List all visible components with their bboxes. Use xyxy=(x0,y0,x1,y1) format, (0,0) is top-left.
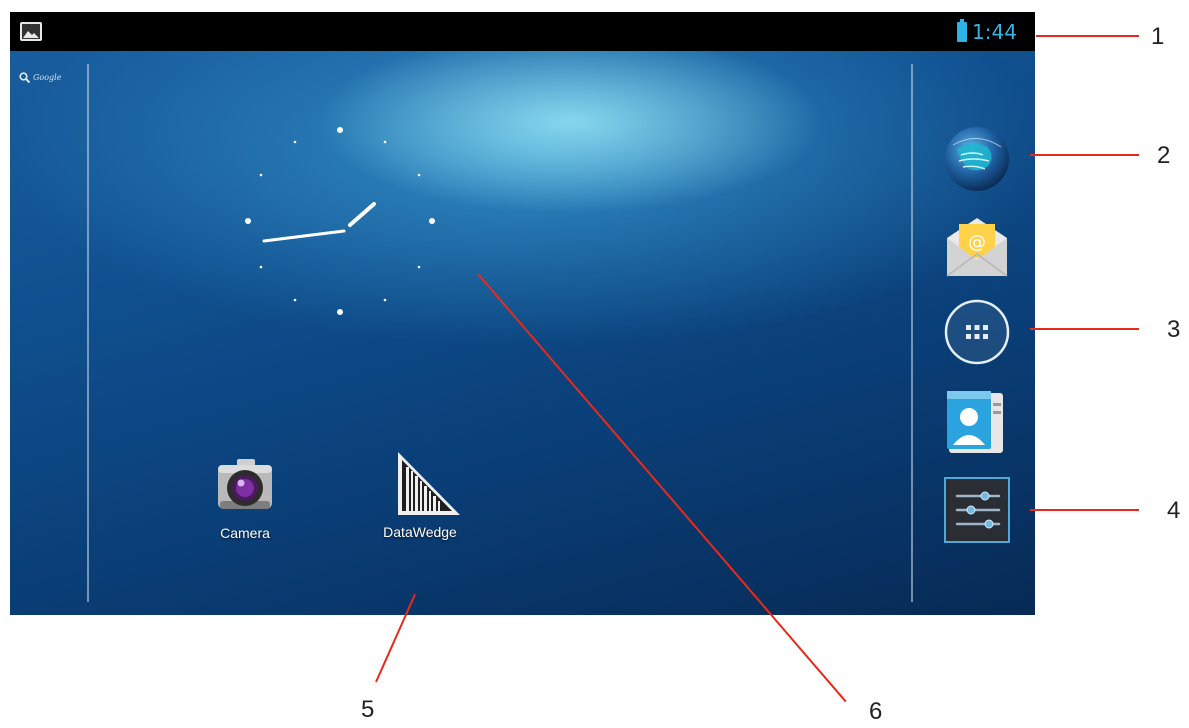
google-search-label: Google xyxy=(33,72,62,82)
clock-minute-hand xyxy=(262,229,346,243)
contacts-icon xyxy=(947,391,1003,453)
email-icon: @ xyxy=(946,218,1008,277)
datawedge-app[interactable]: DataWedge xyxy=(370,449,470,540)
callout-line-4 xyxy=(1030,509,1139,511)
callout-line-2 xyxy=(1030,154,1139,156)
device-screen: 1:44 Google Camera DataWedge @ xyxy=(10,12,1035,615)
callout-line-1 xyxy=(1036,35,1139,37)
dock-contacts[interactable] xyxy=(943,387,1011,455)
search-icon xyxy=(19,71,30,83)
all-apps-icon xyxy=(944,299,1010,365)
google-search-bar[interactable]: Google xyxy=(19,70,61,84)
dock-browser[interactable] xyxy=(943,125,1011,193)
dock-divider xyxy=(911,64,913,602)
analog-clock-widget[interactable] xyxy=(240,125,440,325)
callout-number-3: 3 xyxy=(1167,316,1181,343)
callout-number-1: 1 xyxy=(1151,23,1165,50)
clock-hour-hand xyxy=(348,202,376,227)
left-panel-divider xyxy=(87,64,89,602)
camera-app[interactable]: Camera xyxy=(215,456,275,541)
callout-number-4: 4 xyxy=(1167,497,1181,524)
callout-number-5: 5 xyxy=(361,696,375,723)
gallery-icon[interactable] xyxy=(20,22,42,41)
camera-icon xyxy=(218,459,272,509)
callout-line-3 xyxy=(1030,328,1139,330)
callout-number-2: 2 xyxy=(1157,142,1171,169)
dock-email[interactable]: @ xyxy=(943,212,1011,280)
status-time: 1:44 xyxy=(972,20,1017,44)
settings-icon xyxy=(944,477,1010,543)
camera-app-label: Camera xyxy=(220,525,270,541)
datawedge-app-label: DataWedge xyxy=(383,524,457,540)
battery-icon xyxy=(957,19,967,42)
browser-globe-icon xyxy=(945,127,1009,191)
svg-text:@: @ xyxy=(968,232,986,253)
dock-settings[interactable] xyxy=(943,476,1011,544)
callout-number-6: 6 xyxy=(869,698,883,725)
status-bar: 1:44 xyxy=(10,12,1035,51)
barcode-icon xyxy=(398,452,460,515)
dock-all-apps[interactable] xyxy=(943,298,1011,366)
